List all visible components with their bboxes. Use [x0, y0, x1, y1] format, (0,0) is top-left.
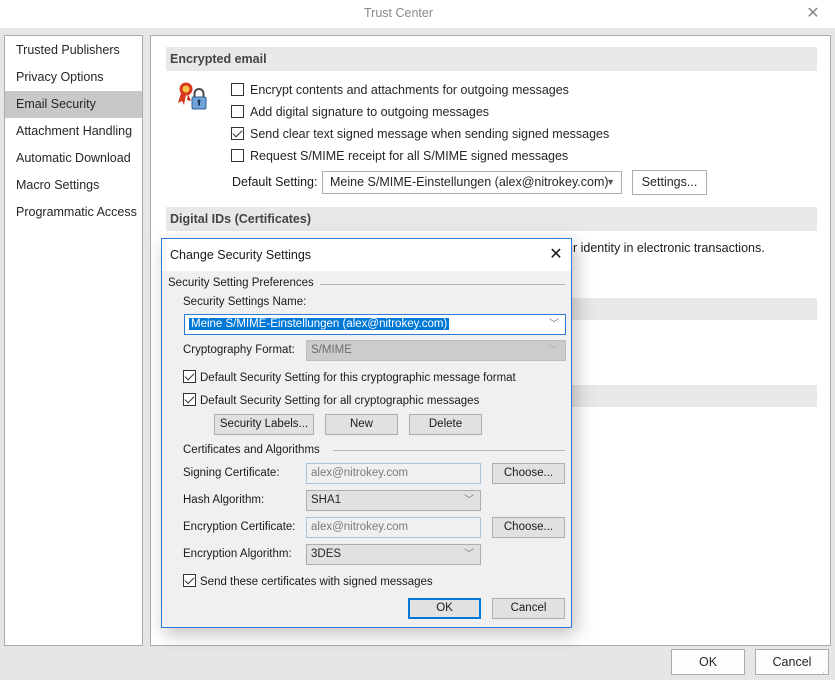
default-format-checkbox[interactable] [183, 370, 196, 384]
sidebar-item-attachment-handling[interactable]: Attachment Handling [5, 118, 142, 145]
add-digital-signature-checkbox[interactable] [231, 105, 244, 119]
digital-ids-description: ur identity in electronic transactions. [566, 241, 765, 255]
group-divider [333, 450, 565, 451]
encryption-certificate-label: Encryption Certificate: [183, 521, 296, 533]
signing-certificate-label: Signing Certificate: [183, 467, 280, 479]
group-divider [320, 284, 565, 285]
choose-encryption-certificate-button[interactable]: Choose... [492, 517, 565, 538]
sidebar-item-privacy-options[interactable]: Privacy Options [5, 64, 142, 91]
default-setting-select[interactable]: Meine S/MIME-Einstellungen (alex@nitroke… [322, 171, 622, 194]
default-setting-label: Default Setting: [232, 175, 318, 189]
send-clear-text-checkbox[interactable] [231, 127, 244, 141]
window-title: Trust Center [363, 6, 433, 20]
encryption-algorithm-label: Encryption Algorithm: [183, 548, 292, 560]
group-label-preferences: Security Setting Preferences [168, 277, 314, 289]
new-button[interactable]: New [325, 414, 398, 435]
certificate-lock-icon [177, 81, 209, 113]
crypto-format-select: S/MIME ﹀ [306, 340, 566, 361]
sidebar-item-trusted-publishers[interactable]: Trusted Publishers [5, 37, 142, 64]
crypto-format-label: Cryptography Format: [183, 344, 295, 356]
chevron-down-icon: ﹀ [549, 345, 559, 356]
sidebar-item-programmatic-access[interactable]: Programmatic Access [5, 199, 142, 226]
group-label-certificates: Certificates and Algorithms [183, 444, 320, 456]
choose-signing-certificate-button[interactable]: Choose... [492, 463, 565, 484]
checkbox-encrypt-contents[interactable]: Encrypt contents and attachments for out… [231, 81, 569, 99]
delete-button[interactable]: Delete [409, 414, 482, 435]
request-smime-receipt-checkbox[interactable] [231, 149, 244, 163]
chevron-down-icon: ﹀ [464, 495, 474, 506]
dialog-close-icon[interactable]: ✕ [546, 245, 566, 265]
trust-center-cancel-button[interactable]: Cancel [755, 649, 829, 675]
sidebar-item-macro-settings[interactable]: Macro Settings [5, 172, 142, 199]
section-heading-digital-ids: Digital IDs (Certificates) [166, 207, 817, 231]
security-settings-name-label: Security Settings Name: [183, 296, 307, 308]
security-settings-name-combobox[interactable]: Meine S/MIME-Einstellungen (alex@nitroke… [184, 314, 566, 335]
section-heading-encrypted-email: Encrypted email [166, 47, 817, 71]
dialog-ok-button[interactable]: OK [408, 598, 481, 619]
trust-center-ok-button[interactable]: OK [671, 649, 745, 675]
chevron-down-icon: ﹀ [549, 319, 559, 330]
resize-grip-icon[interactable]: ⋰ [822, 667, 832, 678]
encrypt-contents-checkbox[interactable] [231, 83, 244, 97]
settings-button[interactable]: Settings... [632, 170, 707, 195]
change-security-settings-dialog: Change Security Settings ✕ Security Sett… [161, 238, 572, 628]
encryption-certificate-field: alex@nitrokey.com [306, 517, 481, 538]
dialog-cancel-button[interactable]: Cancel [492, 598, 565, 619]
sidebar-item-email-security[interactable]: Email Security [5, 91, 142, 118]
checkbox-default-all[interactable]: Default Security Setting for all cryptog… [183, 393, 479, 409]
chevron-down-icon: ﹀ [464, 549, 474, 560]
sidebar-item-automatic-download[interactable]: Automatic Download [5, 145, 142, 172]
security-labels-button[interactable]: Security Labels... [214, 414, 314, 435]
window-close-icon[interactable]: ✕ [803, 4, 823, 24]
hash-algorithm-select[interactable]: SHA1 ﹀ [306, 490, 481, 511]
dropdown-arrow-icon: ▼ [606, 177, 615, 187]
dialog-title: Change Security Settings [170, 248, 312, 262]
checkbox-request-smime-receipt[interactable]: Request S/MIME receipt for all S/MIME si… [231, 147, 568, 165]
checkbox-default-format[interactable]: Default Security Setting for this crypto… [183, 370, 516, 386]
checkbox-add-digital-signature[interactable]: Add digital signature to outgoing messag… [231, 103, 489, 121]
checkbox-send-certificates[interactable]: Send these certificates with signed mess… [183, 574, 433, 590]
checkbox-send-clear-text[interactable]: Send clear text signed message when send… [231, 125, 609, 143]
hash-algorithm-label: Hash Algorithm: [183, 494, 265, 506]
send-certificates-checkbox[interactable] [183, 574, 196, 588]
sidebar-nav: Trusted Publishers Privacy Options Email… [4, 35, 143, 646]
encryption-algorithm-select[interactable]: 3DES ﹀ [306, 544, 481, 565]
default-all-checkbox[interactable] [183, 393, 196, 407]
signing-certificate-field: alex@nitrokey.com [306, 463, 481, 484]
